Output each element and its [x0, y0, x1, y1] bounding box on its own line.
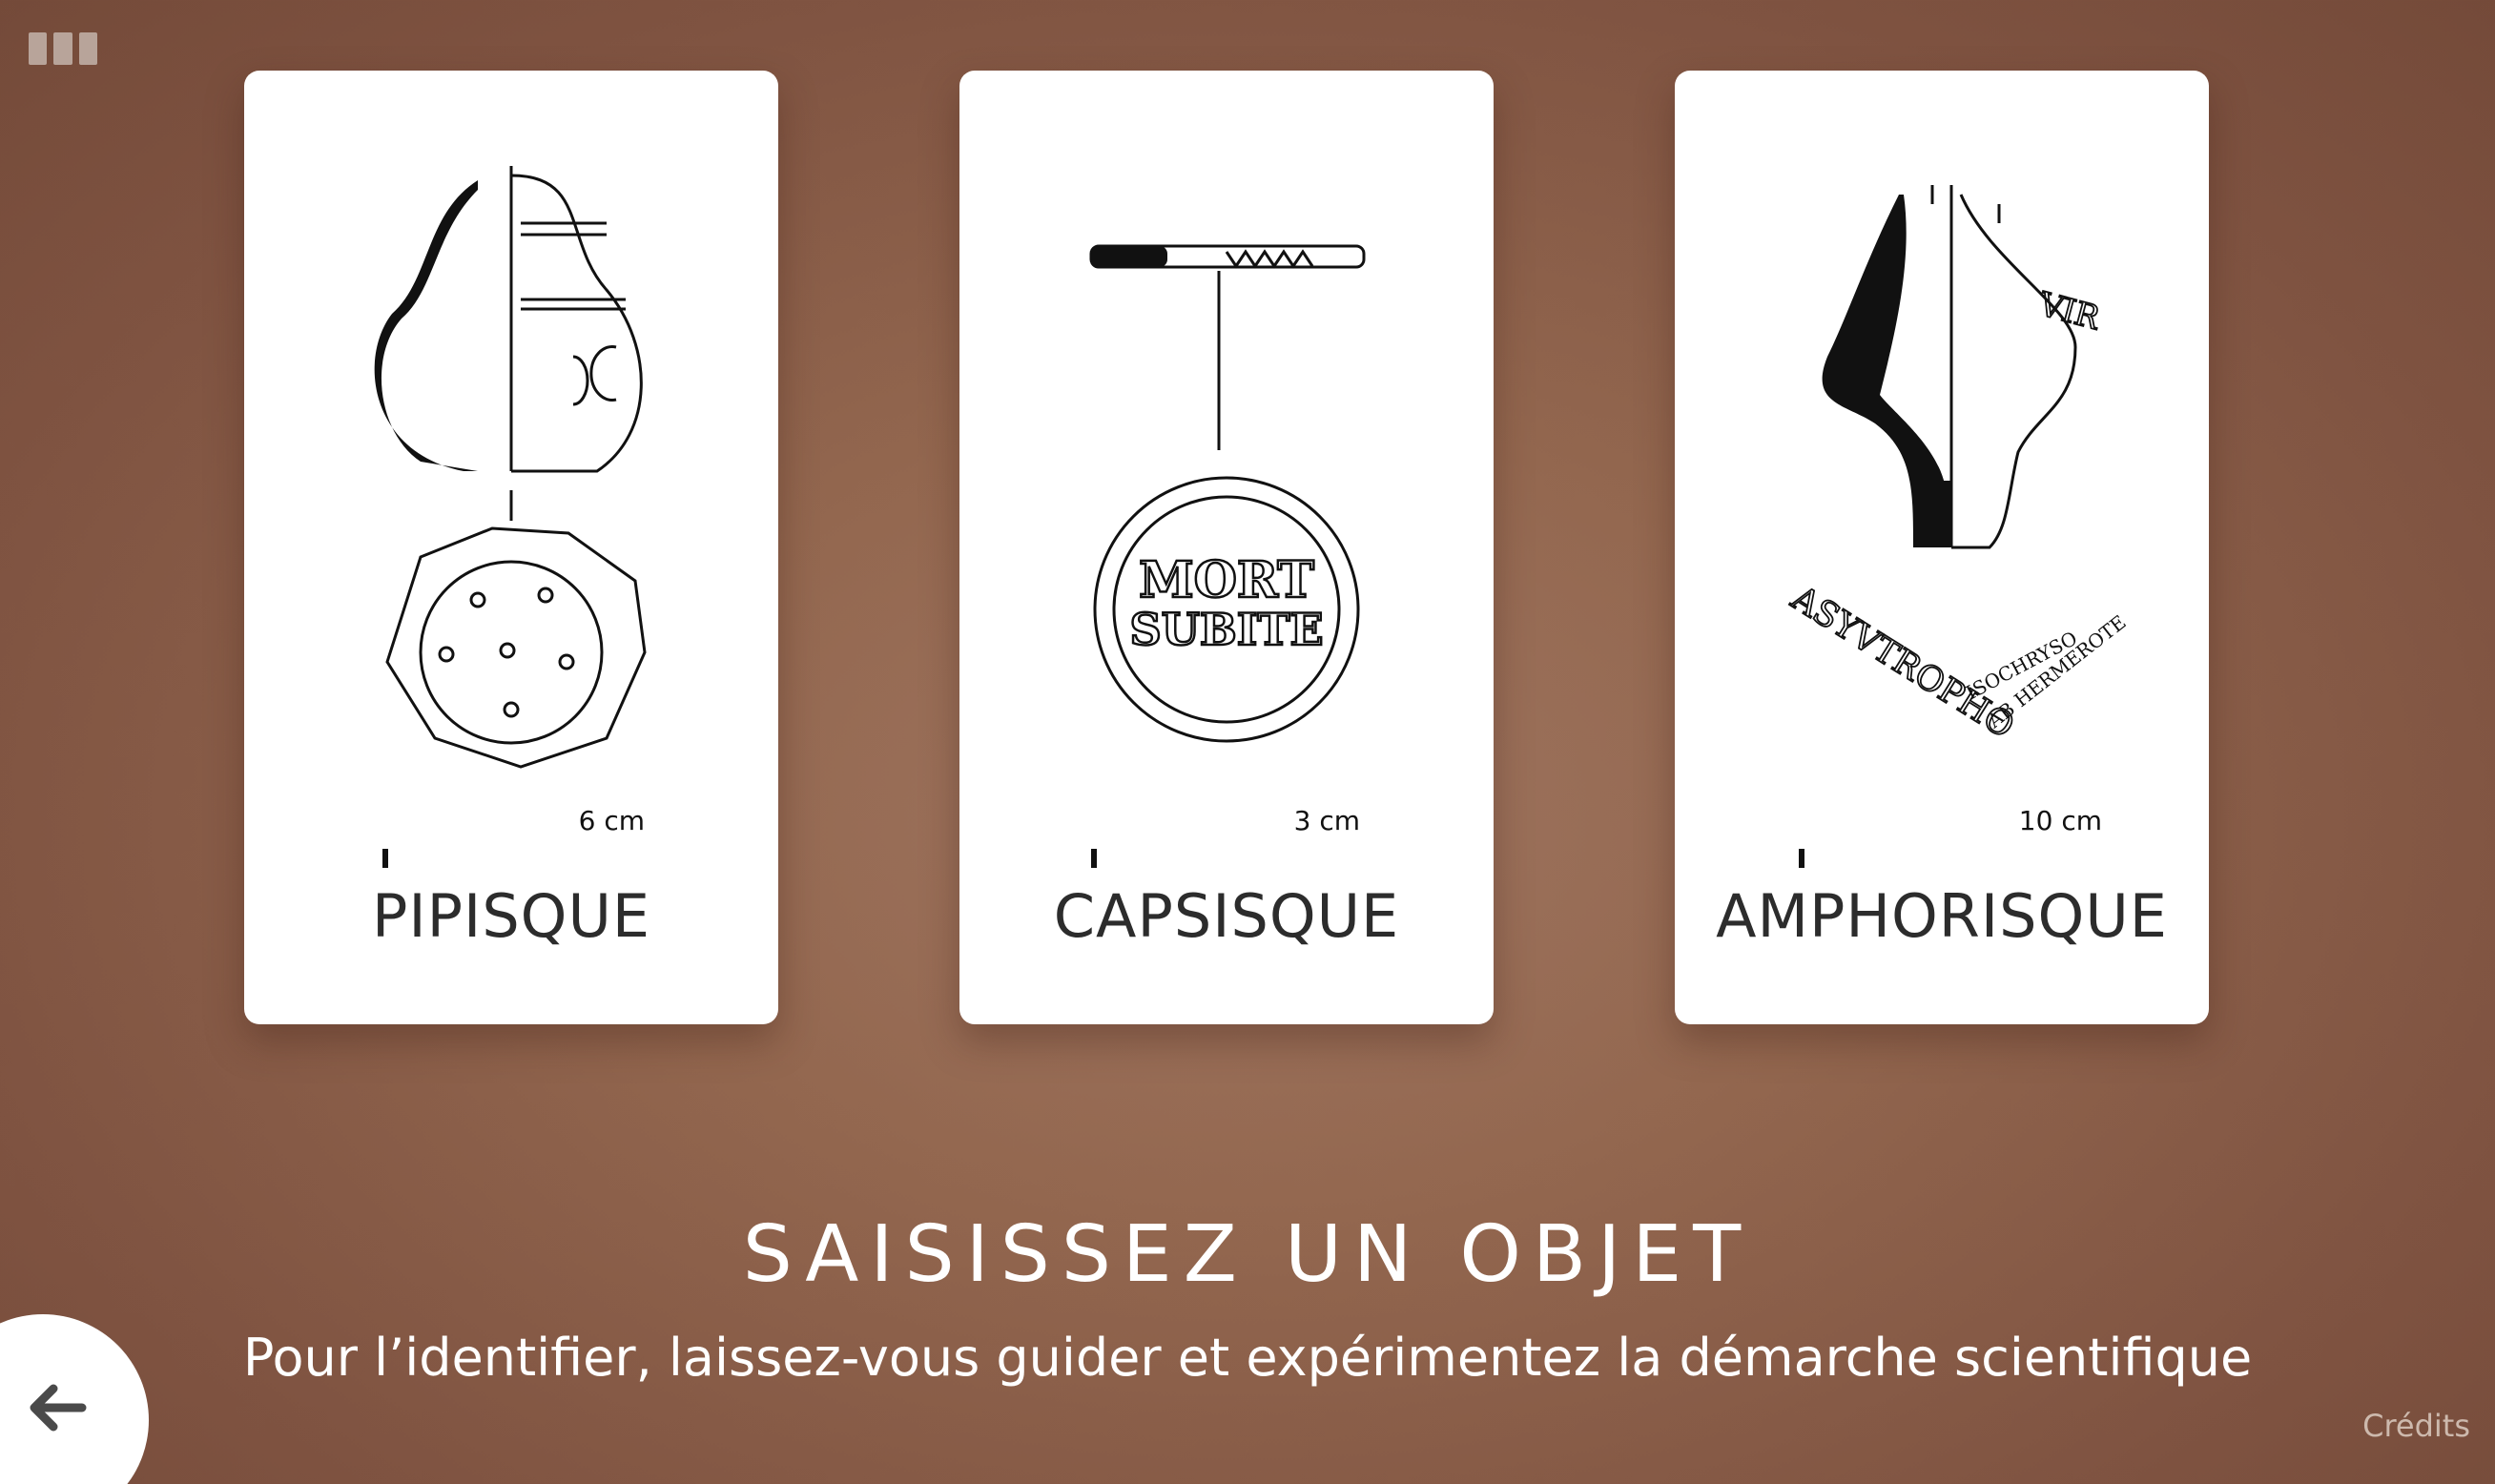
menu-icon[interactable]: [29, 32, 97, 65]
pipisque-vessel-drawing: [374, 166, 647, 769]
scale-bar: 6 cm: [382, 805, 645, 868]
card-title: AMPHORISQUE: [1716, 881, 2168, 951]
card-amphorisque[interactable]: VIR ASYVTROPHO ISOCHRYSO AB HERMEROTE 10…: [1675, 71, 2209, 1024]
scale-bar: 3 cm: [1091, 805, 1360, 868]
cap-text-line2: SUBITE: [1129, 604, 1323, 655]
scale-label: 10 cm: [2018, 805, 2102, 836]
inscription-top: VIR: [2034, 285, 2105, 339]
capsisque-bottle-cap-drawing: MORT SUBITE: [1089, 244, 1366, 743]
card-title: CAPSISQUE: [1053, 881, 1400, 951]
page-title: SAISISSEZ UN OBJET: [742, 1209, 1753, 1300]
inscription-left: ASYVTROPHO: [1784, 578, 2020, 746]
cap-text-line1: MORT: [1139, 551, 1314, 609]
scale-bar: 10 cm: [1799, 805, 2102, 868]
scale-label: 3 cm: [1293, 805, 1360, 836]
card-capsisque[interactable]: MORT SUBITE 3 cm CAPSISQUE: [959, 71, 1494, 1024]
credits-link[interactable]: Crédits: [2362, 1408, 2470, 1444]
card-title: PIPISQUE: [371, 881, 651, 951]
arrow-left-icon: [30, 1384, 87, 1432]
page-subtitle: Pour l’identifier, laissez-vous guider e…: [242, 1328, 2253, 1388]
amphorisque-vessel-drawing: VIR ASYVTROPHO ISOCHRYSO AB HERMEROTE: [1783, 185, 2131, 748]
card-pipisque[interactable]: 6 cm PIPISQUE: [244, 71, 778, 1024]
scale-label: 6 cm: [578, 805, 645, 836]
